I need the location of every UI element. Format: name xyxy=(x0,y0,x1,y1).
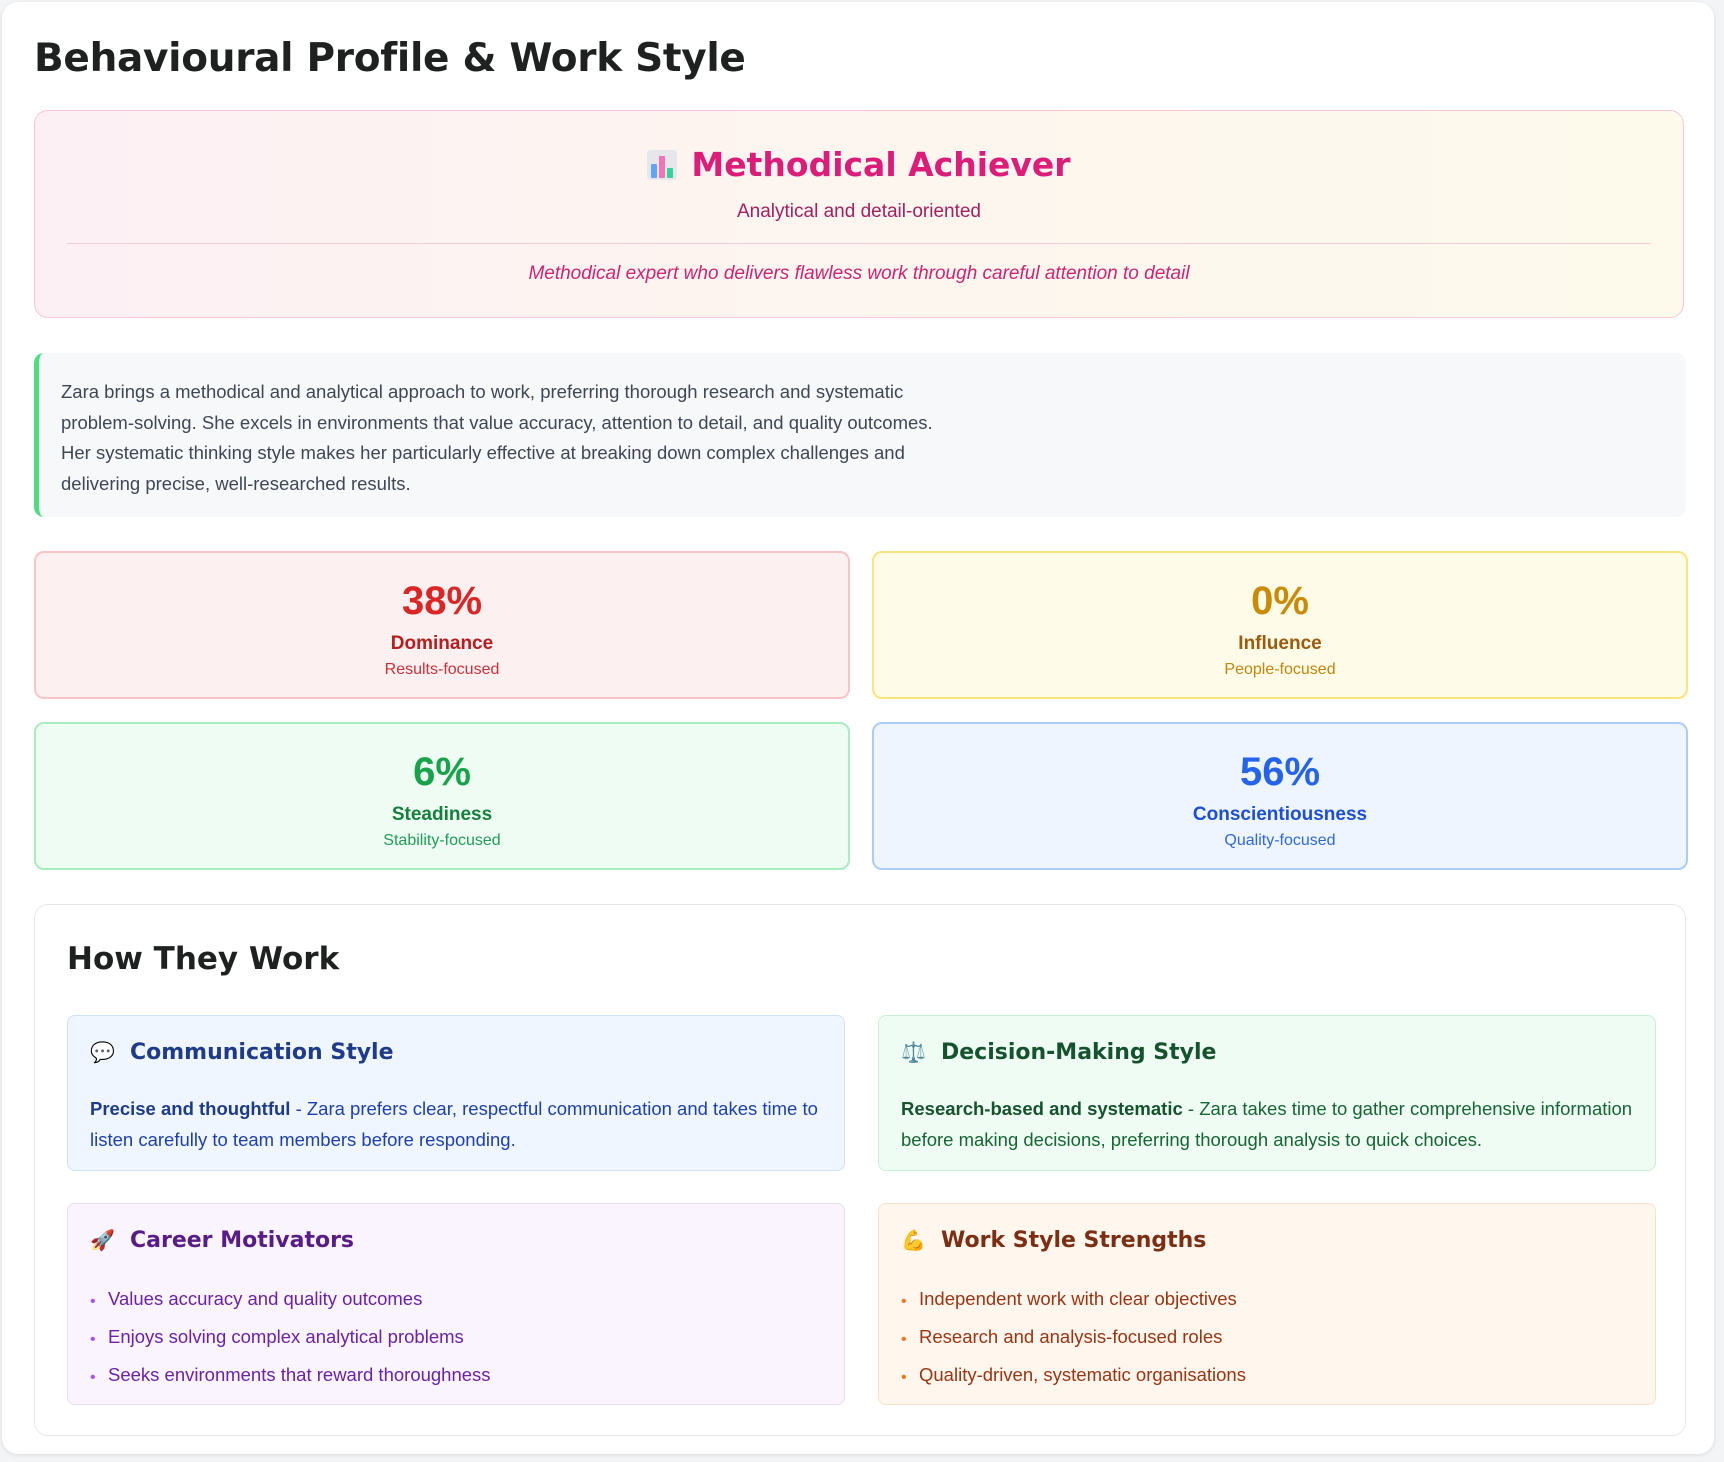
dominance-value: 38% xyxy=(401,579,483,623)
work-style-strengths-card: 💪 Work Style Strengths Independent work … xyxy=(878,1203,1656,1405)
list-item: Seeks environments that reward thoroughn… xyxy=(90,1356,824,1397)
card-title: Career Motivators xyxy=(130,1228,355,1253)
divider xyxy=(67,243,1651,244)
career-motivators-card: 🚀 Career Motivators Values accuracy and … xyxy=(67,1203,845,1405)
flexed-bicep-icon: 💪 xyxy=(901,1230,926,1252)
profile-summary: Zara brings a methodical and analytical … xyxy=(34,353,1686,517)
profile-tagline: Methodical expert who delivers flawless … xyxy=(528,263,1190,284)
influence-label: Influence xyxy=(1238,633,1322,654)
dominance-label: Dominance xyxy=(390,633,494,654)
steadiness-desc: Stability-focused xyxy=(383,832,501,849)
bar-chart-icon xyxy=(647,149,678,180)
influence-desc: People-focused xyxy=(1224,661,1336,678)
profile-type-name: Methodical Achiever xyxy=(691,145,1071,184)
disc-steadiness-card: 6% Steadiness Stability-focused xyxy=(34,722,850,870)
section-title: How They Work xyxy=(67,941,340,977)
conscientiousness-label: Conscientiousness xyxy=(1192,804,1368,825)
influence-value: 0% xyxy=(1251,579,1309,623)
list-item: Values accuracy and quality outcomes xyxy=(90,1280,824,1321)
list-item: Quality-driven, systematic organisations xyxy=(901,1356,1635,1397)
summary-text: Zara brings a methodical and analytical … xyxy=(61,381,933,494)
disc-influence-card: 0% Influence People-focused xyxy=(872,551,1688,699)
disc-dominance-card: 38% Dominance Results-focused xyxy=(34,551,850,699)
list-item: Enjoys solving complex analytical proble… xyxy=(90,1318,824,1359)
dominance-desc: Results-focused xyxy=(384,661,500,678)
steadiness-value: 6% xyxy=(413,750,471,794)
motivators-list: Values accuracy and quality outcomes Enj… xyxy=(90,1280,824,1397)
communication-style-card: 💬 Communication Style Precise and though… xyxy=(67,1015,845,1171)
decision-making-style-card: ⚖️ Decision-Making Style Research-based … xyxy=(878,1015,1656,1171)
card-body: Precise and thoughtful - Zara prefers cl… xyxy=(90,1094,824,1155)
disc-conscientiousness-card: 56% Conscientiousness Quality-focused xyxy=(872,722,1688,870)
list-item: Independent work with clear objectives xyxy=(901,1280,1635,1321)
list-item: Research and analysis-focused roles xyxy=(901,1318,1635,1359)
card-lead: Precise and thoughtful xyxy=(90,1098,291,1119)
strengths-list: Independent work with clear objectives R… xyxy=(901,1280,1635,1397)
profile-type-subtitle: Analytical and detail-oriented xyxy=(737,201,981,222)
rocket-icon: 🚀 xyxy=(90,1230,115,1252)
card-title: Communication Style xyxy=(130,1040,394,1065)
page-title: Behavioural Profile & Work Style xyxy=(34,36,746,81)
conscientiousness-desc: Quality-focused xyxy=(1224,832,1336,849)
scales-icon: ⚖️ xyxy=(901,1042,926,1064)
profile-page: Behavioural Profile & Work Style Methodi… xyxy=(2,2,1714,1454)
steadiness-label: Steadiness xyxy=(391,804,493,825)
how-they-work-section: How They Work 💬 Communication Style Prec… xyxy=(34,904,1686,1436)
card-title: Work Style Strengths xyxy=(941,1228,1207,1253)
conscientiousness-value: 56% xyxy=(1239,750,1321,794)
card-title: Decision-Making Style xyxy=(941,1040,1217,1065)
profile-type-card: Methodical Achiever Analytical and detai… xyxy=(34,110,1684,318)
card-body: Research-based and systematic - Zara tak… xyxy=(901,1094,1635,1155)
card-lead: Research-based and systematic xyxy=(901,1098,1183,1119)
speech-bubble-icon: 💬 xyxy=(90,1042,115,1064)
